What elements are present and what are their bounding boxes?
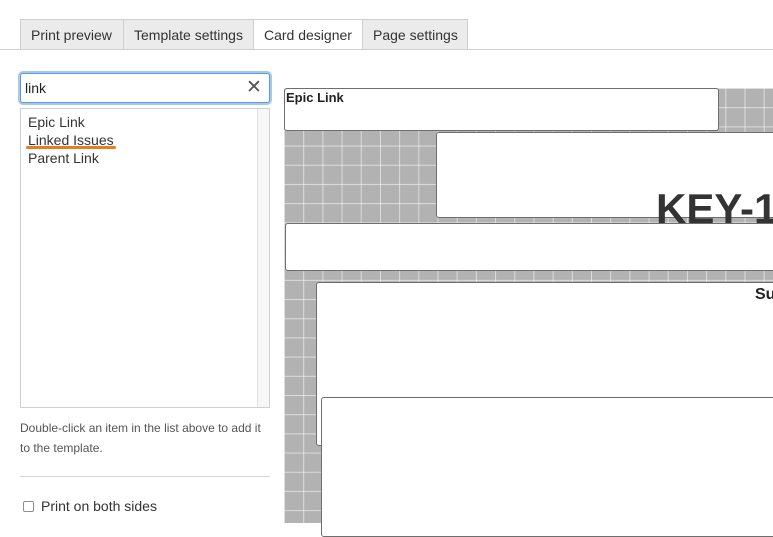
tab-bar: Print preview Template settings Card des… — [0, 0, 773, 50]
close-icon[interactable]: ✕ — [245, 78, 263, 98]
field-list[interactable]: Epic Link Linked Issues Parent Link — [20, 108, 270, 408]
designer-field-description[interactable] — [321, 397, 773, 537]
list-item-epic-link[interactable]: Epic Link — [28, 113, 85, 131]
tab-card-designer[interactable]: Card designer — [253, 19, 363, 50]
designer-field-epic-link[interactable]: Epic Link — [284, 88, 719, 131]
print-both-sides-row[interactable]: Print on both sides — [23, 497, 157, 515]
list-item-parent-link[interactable]: Parent Link — [28, 149, 99, 167]
tab-template-settings[interactable]: Template settings — [123, 19, 254, 49]
tab-page-settings[interactable]: Page settings — [362, 19, 468, 49]
section-divider — [20, 476, 270, 477]
card-designer-canvas[interactable]: Epic Link KEY-1 Su — [284, 88, 773, 537]
print-both-sides-label[interactable]: Print on both sides — [41, 498, 157, 514]
help-text: Double-click an item in the list above t… — [20, 421, 261, 455]
print-both-sides-checkbox[interactable] — [23, 500, 34, 512]
summary-label: Su — [755, 286, 773, 303]
field-search-input[interactable] — [25, 78, 240, 98]
epic-link-label: Epic Link — [286, 90, 344, 105]
tab-bar-divider — [0, 49, 773, 50]
designer-field-key[interactable]: KEY-1 — [436, 132, 773, 232]
list-scrollbar[interactable] — [257, 109, 269, 407]
designer-field-empty[interactable] — [285, 223, 773, 271]
tab-print-preview[interactable]: Print preview — [20, 19, 124, 49]
field-search-box: ✕ — [20, 73, 270, 103]
